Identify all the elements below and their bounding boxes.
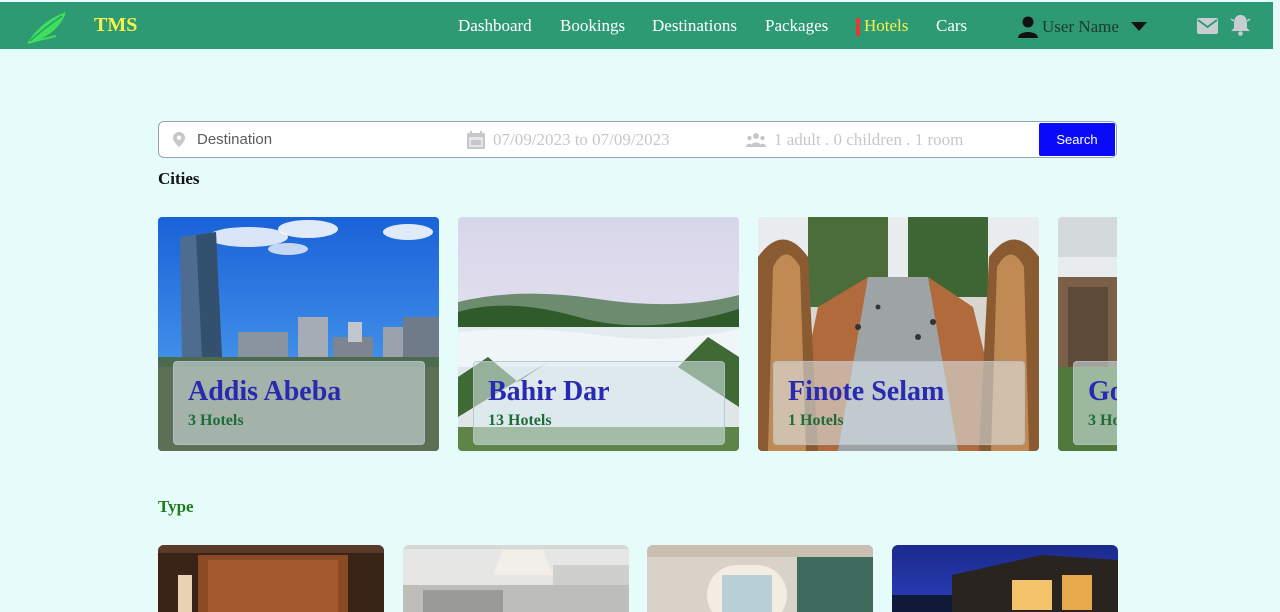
- mail-icon[interactable]: [1197, 18, 1218, 34]
- location-pin-icon: [173, 132, 185, 147]
- brand-name[interactable]: TMS: [94, 14, 137, 37]
- date-range-text: 07/09/2023 to 07/09/2023: [493, 129, 670, 149]
- nav-packages[interactable]: Packages: [765, 16, 828, 36]
- city-hotel-count: 3 Ho: [1088, 412, 1117, 429]
- calendar-icon: [467, 130, 485, 149]
- city-overlay: Bahir Dar 13 Hotels: [473, 361, 725, 445]
- city-name: Addis Abeba: [188, 376, 342, 407]
- destination-input[interactable]: [197, 131, 447, 148]
- user-name: User Name: [1042, 17, 1119, 36]
- city-card-addis-abeba[interactable]: Addis Abeba 3 Hotels: [158, 217, 439, 451]
- logo-leaf-icon[interactable]: [26, 10, 70, 44]
- type-card-2[interactable]: [403, 545, 629, 612]
- nav-destinations[interactable]: Destinations: [652, 16, 737, 36]
- search-button[interactable]: Search: [1039, 123, 1115, 156]
- nav-bookings[interactable]: Bookings: [560, 16, 625, 36]
- caret-down-icon[interactable]: [1130, 22, 1147, 32]
- city-card-bahir-dar[interactable]: Bahir Dar 13 Hotels: [458, 217, 739, 451]
- user-menu[interactable]: User Name: [1018, 15, 1147, 39]
- city-name: Bahir Dar: [488, 376, 610, 407]
- city-hotel-count: 3 Hotels: [188, 412, 244, 429]
- type-card-3[interactable]: [647, 545, 873, 612]
- type-heading: Type: [158, 497, 194, 516]
- city-name: Go: [1088, 376, 1117, 407]
- hotel-search-bar: 07/09/2023 to 07/09/2023 1 adult . 0 chi…: [158, 121, 1117, 158]
- bell-icon[interactable]: [1230, 14, 1251, 36]
- cities-carousel[interactable]: Addis Abeba 3 Hotels Bahir Dar 13 Hotels…: [158, 217, 1117, 451]
- type-image-4: [892, 545, 1118, 612]
- people-icon: [746, 132, 766, 148]
- type-image-1: [158, 545, 384, 612]
- city-card-partial[interactable]: Go 3 Ho: [1058, 217, 1117, 451]
- nav-hotels[interactable]: Hotels: [864, 16, 908, 36]
- destination-field[interactable]: [173, 122, 447, 157]
- date-range-field[interactable]: 07/09/2023 to 07/09/2023: [467, 122, 670, 157]
- city-hotel-count: 13 Hotels: [488, 412, 552, 429]
- user-icon: [1018, 16, 1038, 38]
- type-image-2: [403, 545, 629, 612]
- city-overlay: Finote Selam 1 Hotels: [773, 361, 1025, 445]
- city-overlay: Addis Abeba 3 Hotels: [173, 361, 425, 445]
- cities-heading: Cities: [158, 169, 200, 188]
- type-card-1[interactable]: [158, 545, 384, 612]
- guests-text: 1 adult . 0 children . 1 room: [774, 129, 964, 149]
- city-card-finote-selam[interactable]: Finote Selam 1 Hotels: [758, 217, 1039, 451]
- type-card-4[interactable]: [892, 545, 1118, 612]
- city-overlay: Go 3 Ho: [1073, 361, 1117, 445]
- active-nav-indicator: [856, 18, 860, 36]
- city-hotel-count: 1 Hotels: [788, 412, 844, 429]
- nav-cars[interactable]: Cars: [936, 16, 967, 36]
- top-navbar: TMS Dashboard Bookings Destinations Pack…: [0, 2, 1273, 49]
- guests-field[interactable]: 1 adult . 0 children . 1 room: [746, 122, 963, 157]
- city-name: Finote Selam: [788, 376, 945, 407]
- nav-dashboard[interactable]: Dashboard: [458, 16, 532, 36]
- type-image-3: [647, 545, 873, 612]
